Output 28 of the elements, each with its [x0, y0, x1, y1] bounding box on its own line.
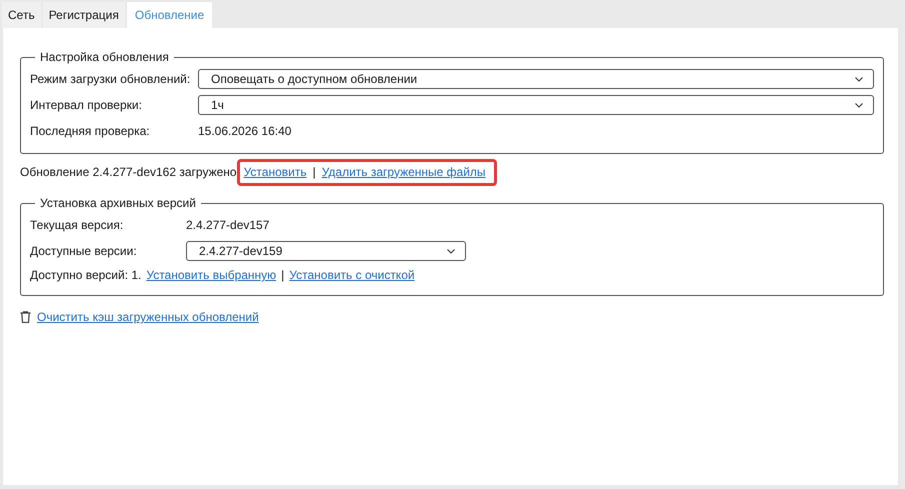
separator: | [312, 164, 316, 178]
link[interactable]: Очистить кэш загруженных обновлений [37, 310, 259, 324]
dropdown[interactable]: Оповещать о доступном обновлении [198, 69, 874, 89]
field-label: Текущая версия: [30, 218, 124, 232]
trash-icon [20, 311, 31, 323]
group-title: Настройка обновления [39, 50, 170, 64]
link[interactable]: Установить [244, 164, 307, 178]
chevron-down-icon [855, 76, 863, 82]
status-text: Обновление 2.4.277-dev162 загружено [20, 165, 237, 179]
field-label: Режим загрузки обновлений: [30, 72, 192, 86]
field-value: 15.06.2026 16:40 [198, 124, 292, 138]
tab[interactable]: Обновление [126, 2, 212, 28]
field-label: Интервал проверки: [30, 98, 143, 112]
field-label: Последняя проверка: [30, 124, 151, 138]
dropdown[interactable]: 2.4.277-dev159 [186, 241, 466, 261]
field-value: 2.4.277-dev157 [186, 218, 270, 232]
link[interactable]: Установить с очисткой [289, 268, 415, 282]
tab[interactable]: Сеть [2, 2, 41, 28]
separator: | [281, 268, 284, 282]
link[interactable]: Удалить загруженные файлы [322, 164, 486, 178]
tab[interactable]: Регистрация [42, 2, 125, 28]
chevron-down-icon [855, 102, 863, 108]
link[interactable]: Установить выбранную [146, 268, 276, 282]
count-text: Доступно версий: 1. [30, 268, 142, 282]
field-label: Доступные версии: [30, 244, 138, 258]
dropdown[interactable]: 1ч [198, 95, 874, 115]
group-title: Установка архивных версий [39, 196, 197, 210]
chevron-down-icon [447, 248, 455, 254]
